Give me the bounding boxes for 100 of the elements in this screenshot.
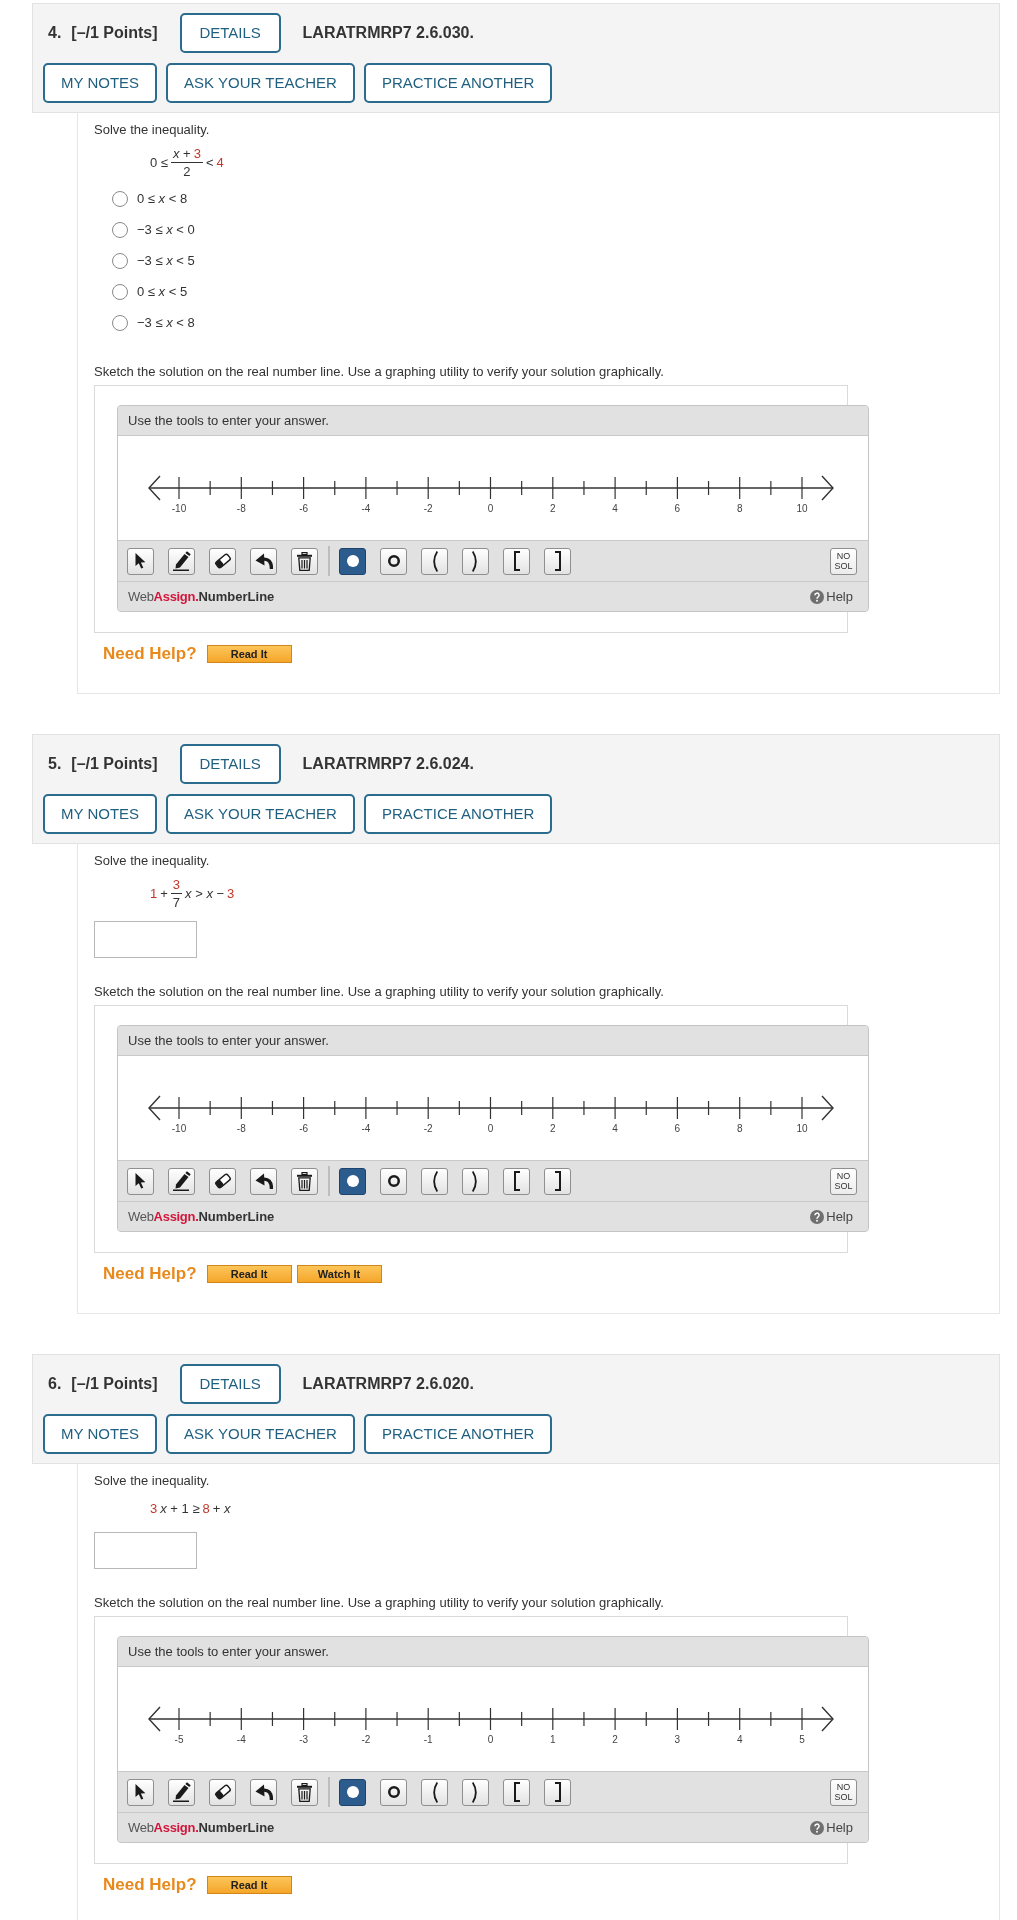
delete-button[interactable] — [291, 547, 318, 575]
right-parenthesis-button[interactable] — [462, 1778, 489, 1806]
notes-button[interactable]: MY NOTES — [43, 1414, 158, 1454]
choice-label: 0 ≤ x < 8 — [137, 189, 188, 208]
left-parenthesis-icon — [431, 1781, 438, 1803]
numberline-logo: WebAssign.NumberLine — [128, 587, 275, 606]
pointer-icon — [135, 1784, 146, 1800]
sketch-instructions: Sketch the solution on the real number line. Use a graphing utility to verify your solution graphically. — [94, 1594, 664, 1612]
left-bracket-button[interactable] — [503, 1778, 530, 1806]
undo-button[interactable] — [250, 1778, 277, 1806]
open-point-button[interactable] — [380, 547, 407, 575]
tick-label: -2 — [361, 1734, 371, 1745]
left-bracket-icon — [513, 551, 520, 571]
tick-mark — [489, 1707, 492, 1731]
number-line-canvas[interactable]: -10 -8 -6 -4 -2 0 2 4 6 8 10 — [118, 1056, 868, 1160]
closed-point-button[interactable] — [339, 1778, 366, 1806]
tick-mark — [458, 1100, 460, 1116]
select-tool-button[interactable] — [127, 1167, 154, 1195]
open-circle-icon — [387, 1175, 400, 1187]
tick-label: -1 — [423, 1734, 433, 1745]
undo-button[interactable] — [250, 547, 277, 575]
eraser-icon — [213, 1783, 232, 1801]
right-bracket-button[interactable] — [544, 547, 571, 575]
practice-button[interactable]: PRACTICE ANOTHER — [363, 1414, 553, 1454]
right-bracket-button[interactable] — [544, 1167, 571, 1195]
no-solution-button[interactable]: NO SOL — [830, 1167, 857, 1195]
draw-tool-button[interactable] — [168, 1778, 195, 1806]
left-bracket-icon — [513, 1782, 520, 1802]
radio-button[interactable] — [112, 314, 128, 331]
tick-mark — [427, 1096, 429, 1120]
details-button[interactable]: DETAILS — [179, 13, 281, 53]
read-it-button[interactable]: Read It — [206, 645, 292, 663]
right-bracket-button[interactable] — [544, 1778, 571, 1806]
open-point-button[interactable] — [380, 1167, 407, 1195]
right-parenthesis-button[interactable] — [462, 547, 489, 575]
read-it-button[interactable]: Read It — [206, 1265, 292, 1283]
undo-button[interactable] — [250, 1167, 277, 1195]
no-solution-button[interactable]: NO SOL — [830, 547, 857, 575]
help-link[interactable]: Help — [810, 1817, 853, 1838]
tick-mark — [365, 476, 367, 500]
closed-point-button[interactable] — [339, 547, 366, 575]
tick-label: -6 — [299, 1123, 309, 1134]
radio-button[interactable] — [112, 283, 128, 300]
number-line-canvas[interactable]: -5 -4 -3 -2 -1 0 1 2 3 4 5 — [118, 1667, 868, 1771]
left-bracket-button[interactable] — [503, 1167, 530, 1195]
answer-field[interactable] — [94, 1532, 197, 1569]
points-label: [–/1 Points] — [71, 754, 158, 774]
tick-mark — [303, 1096, 305, 1120]
question-prompt: Solve the inequality. — [94, 1472, 210, 1490]
practice-button[interactable]: PRACTICE ANOTHER — [363, 63, 553, 103]
tick-mark — [489, 1096, 492, 1120]
draw-tool-button[interactable] — [168, 547, 195, 575]
tick-mark — [552, 1096, 554, 1120]
right-parenthesis-button[interactable] — [462, 1167, 489, 1195]
read-it-button[interactable]: Read It — [206, 1876, 292, 1894]
delete-button[interactable] — [291, 1778, 318, 1806]
draw-tool-button[interactable] — [168, 1167, 195, 1195]
radio-button[interactable] — [112, 252, 128, 269]
details-button[interactable]: DETAILS — [179, 1364, 281, 1404]
help-icon — [810, 1209, 825, 1224]
number-line-canvas[interactable]: -10 -8 -6 -4 -2 0 2 4 6 8 10 — [118, 436, 868, 540]
notes-button[interactable]: MY NOTES — [43, 794, 158, 834]
left-parenthesis-button[interactable] — [421, 1167, 448, 1195]
tick-label: 0 — [487, 1123, 494, 1134]
left-parenthesis-button[interactable] — [421, 547, 448, 575]
pencil-icon — [172, 1171, 191, 1191]
eraser-tool-button[interactable] — [209, 547, 236, 575]
open-point-button[interactable] — [380, 1778, 407, 1806]
no-solution-button[interactable]: NO SOL — [830, 1778, 857, 1806]
help-link[interactable]: Help — [810, 586, 853, 607]
tick-label: 6 — [674, 1123, 681, 1134]
tick-mark — [676, 476, 678, 500]
radio-button[interactable] — [112, 190, 128, 207]
ask-teacher-button[interactable]: ASK YOUR TEACHER — [166, 794, 355, 834]
tick-mark — [334, 1100, 336, 1116]
instructions-bar: Use the tools to enter your answer. — [118, 1026, 868, 1056]
tick-label: 10 — [796, 1123, 808, 1134]
tick-mark — [458, 480, 460, 496]
select-tool-button[interactable] — [127, 1778, 154, 1806]
left-parenthesis-button[interactable] — [421, 1778, 448, 1806]
eraser-tool-button[interactable] — [209, 1167, 236, 1195]
tick-mark — [271, 1711, 274, 1727]
radio-button[interactable] — [112, 221, 128, 238]
details-button[interactable]: DETAILS — [179, 744, 281, 784]
ask-teacher-button[interactable]: ASK YOUR TEACHER — [166, 63, 355, 103]
answer-field[interactable] — [94, 921, 197, 958]
tick-label: -8 — [236, 1123, 246, 1134]
left-parenthesis-icon — [431, 550, 438, 572]
left-bracket-button[interactable] — [503, 547, 530, 575]
right-parenthesis-icon — [472, 1781, 479, 1803]
select-tool-button[interactable] — [127, 547, 154, 575]
closed-point-button[interactable] — [339, 1167, 366, 1195]
help-link[interactable]: Help — [810, 1206, 853, 1227]
tick-mark — [521, 480, 523, 496]
watch-it-button[interactable]: Watch It — [296, 1265, 382, 1283]
delete-button[interactable] — [291, 1167, 318, 1195]
notes-button[interactable]: MY NOTES — [43, 63, 158, 103]
practice-button[interactable]: PRACTICE ANOTHER — [363, 794, 553, 834]
ask-teacher-button[interactable]: ASK YOUR TEACHER — [166, 1414, 355, 1454]
eraser-tool-button[interactable] — [209, 1778, 236, 1806]
